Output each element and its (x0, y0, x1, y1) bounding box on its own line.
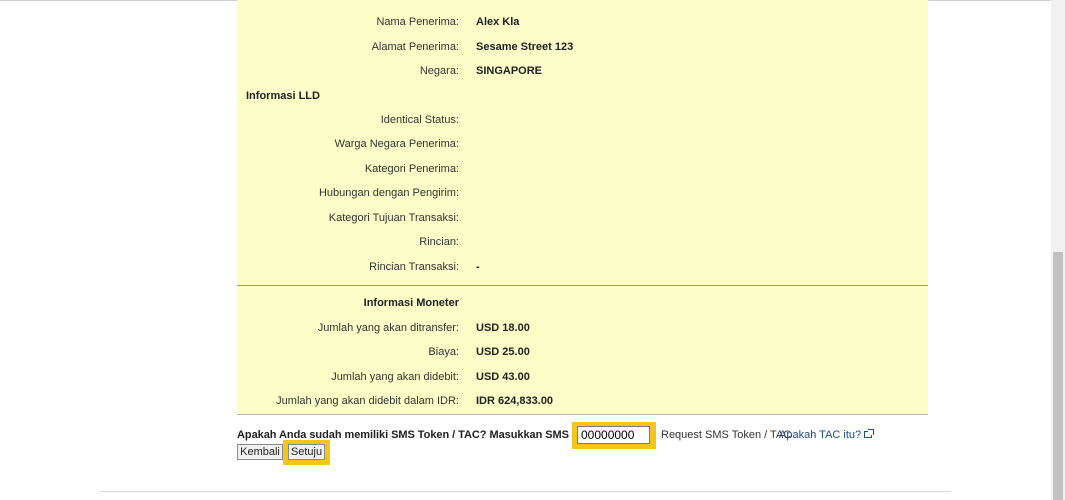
field-label: Kategori Tujuan Transaksi: (328, 212, 459, 224)
field-label: Identical Status: (380, 114, 459, 126)
request-tac-link[interactable]: Request SMS Token / TAC (661, 429, 791, 441)
panel-bottom-divider (237, 414, 928, 415)
detail-row-transaction-purpose: Kategori Tujuan Transaksi: (237, 210, 928, 226)
footer-divider (100, 491, 951, 492)
section-header-lld: Informasi LLD (237, 88, 928, 104)
field-label: Hubungan dengan Pengirim: (318, 187, 459, 199)
external-link-icon (864, 429, 875, 438)
vertical-scrollbar[interactable] (1051, 0, 1065, 500)
confirmation-panel: Nama Penerima: Alex Kla Alamat Penerima:… (237, 0, 928, 414)
field-label: Biaya: (428, 346, 459, 358)
field-value: IDR 624,833.00 (476, 395, 554, 407)
agree-button-highlight: Setuju (283, 440, 330, 465)
field-label: Rincian Transaksi: (369, 261, 459, 273)
field-value: SINGAPORE (476, 65, 543, 77)
field-value: USD 18.00 (476, 322, 530, 334)
field-label: Rincian: (419, 236, 459, 248)
section-divider (237, 285, 928, 286)
field-value: USD 25.00 (476, 346, 530, 358)
field-label: Kategori Penerima: (364, 163, 459, 175)
field-value: - (476, 261, 480, 273)
field-label: Negara: (419, 65, 459, 77)
tac-input-highlight (572, 422, 656, 449)
detail-row-identical-status: Identical Status: (237, 112, 928, 128)
detail-row-debit-amount: Jumlah yang akan didebit: USD 43.00 (237, 369, 928, 385)
section-title: Informasi Moneter (363, 297, 459, 309)
detail-row-transfer-amount: Jumlah yang akan ditransfer: USD 18.00 (237, 320, 928, 336)
detail-row-recipient-address: Alamat Penerima: Sesame Street 123 (237, 39, 928, 55)
field-label: Jumlah yang akan didebit: (331, 371, 459, 383)
detail-row-transaction-details: Rincian Transaksi: - (237, 259, 928, 275)
agree-button[interactable]: Setuju (288, 444, 325, 460)
tac-help-link[interactable]: Apakah TAC itu? (779, 429, 875, 441)
field-label: Warga Negara Penerima: (334, 138, 459, 150)
detail-row-recipient-category: Kategori Penerima: (237, 161, 928, 177)
detail-row-debit-amount-idr: Jumlah yang akan didebit dalam IDR: IDR … (237, 393, 928, 409)
detail-row-sender-relationship: Hubungan dengan Pengirim: (237, 185, 928, 201)
action-buttons: Kembali Setuju (237, 440, 437, 466)
tac-input[interactable] (577, 426, 650, 444)
field-value: USD 43.00 (476, 371, 530, 383)
back-button[interactable]: Kembali (237, 444, 283, 460)
detail-row-fee: Biaya: USD 25.00 (237, 344, 928, 360)
field-label: Alamat Penerima: (371, 41, 459, 53)
section-header-monetary: Informasi Moneter (237, 295, 928, 311)
page: Nama Penerima: Alex Kla Alamat Penerima:… (0, 0, 1065, 500)
detail-row-recipient-name: Nama Penerima: Alex Kla (237, 14, 928, 30)
field-value: Alex Kla (476, 16, 520, 28)
detail-row-country: Negara: SINGAPORE (237, 63, 928, 79)
section-title: Informasi LLD (246, 90, 320, 102)
detail-row-details: Rincian: (237, 234, 928, 250)
field-label: Jumlah yang akan didebit dalam IDR: (276, 395, 459, 407)
detail-row-recipient-citizenship: Warga Negara Penerima: (237, 136, 928, 152)
field-label: Nama Penerima: (376, 16, 459, 28)
tac-help-link-text: Apakah TAC itu? (779, 429, 862, 441)
scrollbar-thumb[interactable] (1053, 252, 1063, 500)
field-value: Sesame Street 123 (476, 41, 574, 53)
field-label: Jumlah yang akan ditransfer: (317, 322, 459, 334)
